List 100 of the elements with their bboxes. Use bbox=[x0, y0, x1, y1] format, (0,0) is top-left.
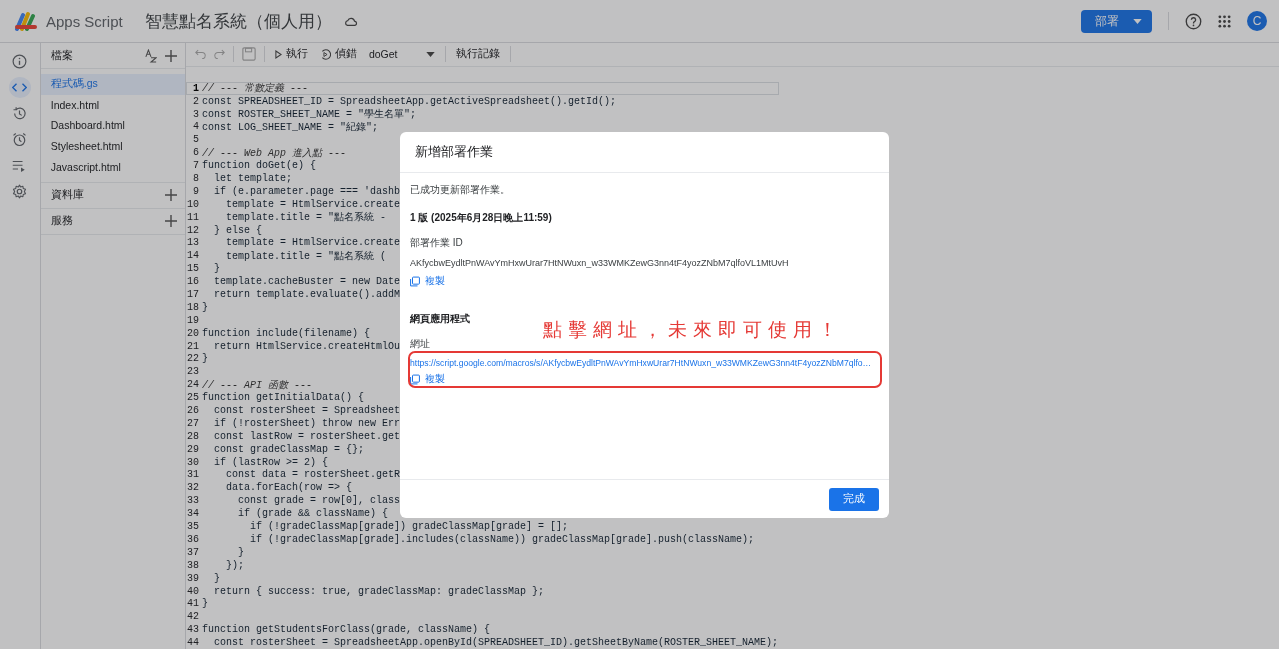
line-number: 28 bbox=[186, 430, 199, 442]
line-number: 40 bbox=[186, 585, 199, 597]
code-line: data.forEach(row => { bbox=[224, 482, 352, 494]
file-item[interactable]: Javascript.html bbox=[40, 156, 185, 177]
sort-az-icon[interactable] bbox=[144, 48, 157, 63]
redo-icon[interactable] bbox=[213, 49, 225, 60]
line-number: 14 bbox=[186, 250, 199, 262]
line-number: 6 bbox=[191, 147, 199, 159]
code-line: if (lastRow >= 2) { bbox=[212, 456, 328, 468]
account-avatar[interactable]: C bbox=[1247, 11, 1267, 31]
code-line: const grade = row[0], class bbox=[236, 495, 400, 507]
code-line: const LOG_SHEET_NAME = "紀錄"; bbox=[201, 120, 378, 134]
line-number: 44 bbox=[186, 637, 199, 649]
copy-icon bbox=[410, 373, 420, 385]
field-label: 部署作業 ID bbox=[410, 236, 464, 250]
line-number: 33 bbox=[186, 495, 199, 507]
file-item[interactable]: Stylesheet.html bbox=[40, 135, 185, 157]
line-number: 25 bbox=[186, 392, 199, 404]
deploy-button[interactable]: 部署 bbox=[1081, 9, 1152, 33]
line-number: 11 bbox=[186, 211, 199, 223]
line-number: 34 bbox=[186, 508, 199, 520]
code-line: } bbox=[201, 301, 208, 313]
line-number: 36 bbox=[186, 533, 199, 545]
line-number: 1 bbox=[191, 82, 199, 94]
file-item[interactable]: Dashboard.html bbox=[40, 115, 185, 136]
function-dropdown[interactable]: doGet bbox=[366, 48, 437, 61]
history-icon bbox=[12, 106, 28, 121]
help-icon[interactable] bbox=[1185, 12, 1202, 30]
caret-icon bbox=[425, 51, 435, 57]
code-line: const rosterSheet = Spreadsheet bbox=[212, 405, 400, 417]
code-line: template.title = "點名系統 - bbox=[224, 211, 387, 225]
code-line: function getStudentsForClass(grade, className) { bbox=[201, 624, 490, 636]
code-line: function doGet(e) { bbox=[201, 160, 316, 172]
line-number: 8 bbox=[191, 173, 199, 184]
copy-link[interactable]: 複製 bbox=[410, 274, 445, 288]
line-number: 24 bbox=[186, 379, 199, 391]
line-number: 22 bbox=[186, 353, 199, 365]
add-icon[interactable] bbox=[164, 49, 177, 62]
line-number: 10 bbox=[186, 198, 199, 210]
line-number: 5 bbox=[191, 134, 199, 146]
done-button[interactable]: 完成 bbox=[829, 487, 879, 511]
code-line: const data = rosterSheet.getR bbox=[224, 469, 400, 481]
code-line: function include(filename) { bbox=[201, 327, 370, 339]
web-app-url-link[interactable]: https://script.google.com/macros/s/AKfycbwEydltPnWAvYmHxwUrar7HtNWuxn_w33WMKZewG3nn4tF4yozZNbM7qlfo… bbox=[410, 358, 872, 368]
debug-button[interactable]: 偵錯 bbox=[317, 47, 359, 62]
rail-button[interactable] bbox=[8, 77, 31, 98]
copy-link[interactable]: 複製 bbox=[410, 372, 445, 386]
code-line: if (e.parameter.page === 'dashb bbox=[212, 185, 400, 197]
line-number: 38 bbox=[186, 559, 199, 571]
code-line: const ROSTER_SHEET_NAME = "學生名單"; bbox=[201, 108, 416, 122]
undo-icon[interactable] bbox=[194, 49, 206, 60]
line-number: 30 bbox=[186, 456, 199, 468]
line-number: 43 bbox=[186, 624, 199, 636]
code-icon bbox=[12, 82, 28, 93]
code-line: if (!gradeClassMap[grade]) gradeClassMap[grade] = []; bbox=[248, 521, 568, 533]
code-line: return HtmlService.createHtmlOu bbox=[212, 340, 400, 352]
version-label: 1 版 (2025年6月28日晚上11:59) bbox=[410, 211, 553, 225]
line-number: 2 bbox=[191, 95, 199, 107]
code-line: } bbox=[236, 546, 244, 558]
code-line: } bbox=[201, 598, 208, 610]
add-icon[interactable] bbox=[164, 215, 177, 228]
code-line: function getInitialData() { bbox=[201, 392, 364, 404]
apps-grid-icon[interactable] bbox=[1218, 14, 1231, 28]
dialog-title: 新增部署作業 bbox=[400, 132, 889, 173]
logo-icon bbox=[14, 11, 40, 31]
code-line: template = HtmlService.create bbox=[224, 237, 400, 249]
file-item[interactable]: Index.html bbox=[40, 94, 185, 116]
line-number: 35 bbox=[186, 521, 199, 533]
section-heading: 服務 bbox=[50, 214, 73, 229]
run-button[interactable]: 執行 bbox=[272, 47, 310, 62]
line-number: 19 bbox=[186, 314, 199, 326]
code-line: if (!rosterSheet) throw new Err bbox=[212, 417, 400, 429]
code-line: }); bbox=[224, 559, 244, 571]
code-line: const lastRow = rosterSheet.get bbox=[212, 430, 400, 442]
code-line: template.title = "點名系統 ( bbox=[224, 249, 386, 263]
caret-icon bbox=[1133, 18, 1142, 24]
field-label: 網址 bbox=[410, 337, 431, 351]
info-icon bbox=[12, 54, 28, 69]
line-number: 27 bbox=[186, 417, 199, 429]
execution-log-button[interactable]: 執行記錄 bbox=[453, 47, 502, 62]
settings-icon bbox=[12, 184, 28, 199]
code-line: } bbox=[212, 263, 220, 275]
line-number: 31 bbox=[186, 469, 199, 481]
line-number: 9 bbox=[191, 185, 199, 197]
debug-icon bbox=[319, 48, 331, 60]
code-line: const SPREADSHEET_ID = SpreadsheetApp.getActiveSpreadsheet().getId(); bbox=[201, 95, 616, 107]
add-icon[interactable] bbox=[164, 189, 177, 202]
line-number: 41 bbox=[186, 598, 199, 610]
line-number: 37 bbox=[186, 546, 199, 558]
cloud-icon bbox=[343, 15, 358, 27]
annotation-text: 點擊網址，未來即可使用！ bbox=[543, 317, 843, 342]
deployment-id: AKfycbwEydltPnWAvYmHxwUrar7HtNWuxn_w33WMKZewG3nn4tF4yozZNbM7qlfoVL1MtUvH bbox=[410, 258, 790, 268]
copy-icon bbox=[410, 275, 420, 287]
code-line: } else { bbox=[212, 224, 262, 236]
line-number: 42 bbox=[186, 611, 199, 623]
code-line: template = HtmlService.create bbox=[224, 198, 400, 210]
line-number: 15 bbox=[186, 263, 199, 275]
line-number: 18 bbox=[186, 301, 199, 313]
project-title[interactable]: 智慧點名系統（個人用） bbox=[144, 9, 332, 33]
line-number: 17 bbox=[186, 289, 199, 300]
